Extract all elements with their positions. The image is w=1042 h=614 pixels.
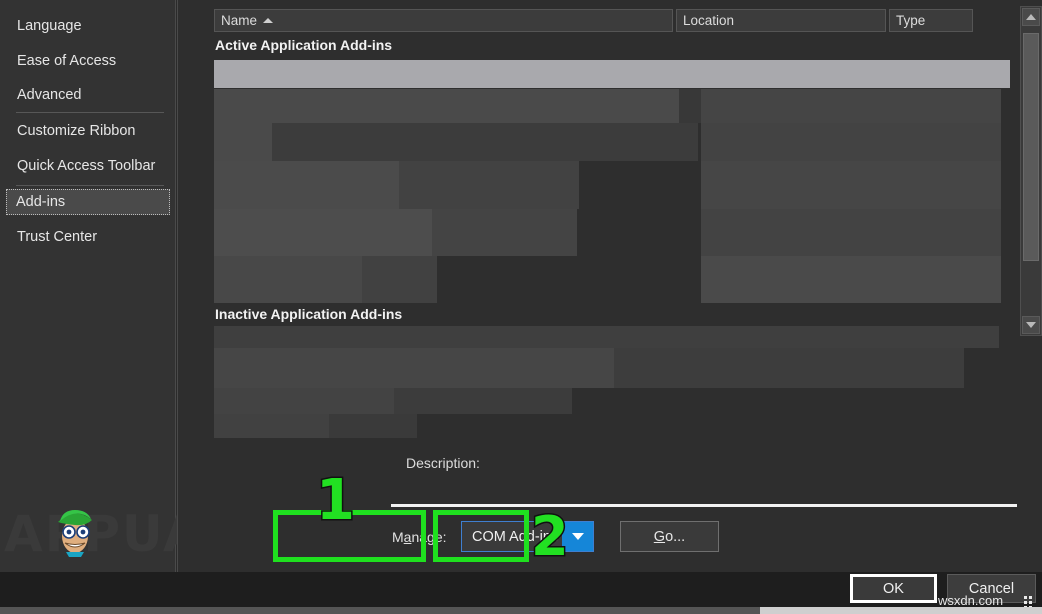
column-header-name-label: Name — [221, 13, 258, 28]
table-row[interactable] — [701, 161, 1001, 209]
addins-list-body[interactable]: Active Application Add-ins Inactive Appl… — [214, 34, 1016, 334]
table-row[interactable] — [399, 161, 579, 209]
options-sidebar: Language Ease of Access Advanced Customi… — [0, 0, 274, 572]
table-row[interactable] — [701, 123, 1001, 161]
sidebar-item-label: Add-ins — [16, 194, 66, 210]
list-vertical-scrollbar[interactable] — [1020, 6, 1042, 336]
table-row[interactable] — [362, 256, 437, 303]
column-header-name[interactable]: Name — [214, 9, 673, 32]
table-row[interactable] — [214, 326, 999, 348]
sidebar-item-language[interactable]: Language — [8, 13, 168, 39]
sidebar-item-trust-center[interactable]: Trust Center — [8, 224, 168, 250]
table-row[interactable] — [329, 414, 417, 438]
chevron-down-icon — [1026, 322, 1036, 328]
chevron-down-icon — [571, 533, 584, 540]
table-row[interactable] — [214, 256, 362, 303]
table-row[interactable] — [214, 161, 399, 209]
horizontal-scrollbar-thumb[interactable] — [760, 607, 1042, 614]
annotation-box-2 — [433, 510, 529, 562]
sidebar-item-add-ins[interactable]: Add-ins — [6, 189, 170, 215]
table-row[interactable] — [701, 89, 1001, 123]
table-row[interactable] — [214, 89, 679, 123]
sidebar-item-label: Advanced — [17, 87, 82, 103]
sidebar-item-label: Customize Ribbon — [17, 123, 136, 139]
go-button[interactable]: Go... — [620, 521, 719, 552]
addins-list-header: Name Location Type — [214, 9, 1016, 32]
scroll-down-button[interactable] — [1022, 316, 1040, 334]
sidebar-item-ease-of-access[interactable]: Ease of Access — [8, 48, 168, 74]
chevron-up-icon — [1026, 14, 1036, 20]
table-row[interactable] — [679, 89, 701, 123]
sort-ascending-icon — [263, 18, 274, 23]
annotation-number-1: 1 — [315, 468, 357, 533]
options-dialog: Language Ease of Access Advanced Customi… — [0, 0, 1042, 614]
table-row[interactable] — [214, 123, 272, 161]
column-header-type-label: Type — [896, 13, 926, 28]
annotation-number-2: 2 — [530, 505, 571, 568]
horizontal-scrollbar-track[interactable] — [0, 607, 760, 614]
table-row[interactable] — [614, 348, 964, 388]
table-row[interactable] — [432, 209, 577, 256]
column-header-type[interactable]: Type — [889, 9, 973, 32]
column-header-location[interactable]: Location — [676, 9, 886, 32]
table-row[interactable] — [272, 123, 698, 161]
wsxdn-watermark: wsxdn.com — [938, 593, 1004, 608]
table-row[interactable] — [214, 209, 432, 256]
sidebar-item-label: Trust Center — [17, 229, 98, 245]
scrollbar-thumb[interactable] — [1023, 33, 1039, 261]
table-row[interactable] — [701, 256, 1001, 303]
group-header-inactive-application-add-ins: Inactive Application Add-ins — [215, 306, 403, 322]
sidebar-item-label: Language — [17, 18, 82, 34]
sidebar-item-customize-ribbon[interactable]: Customize Ribbon — [8, 118, 168, 144]
table-row[interactable] — [394, 388, 572, 414]
appuals-mascot-icon — [58, 510, 92, 557]
sidebar-item-advanced[interactable]: Advanced — [8, 82, 168, 108]
group-header-active-application-add-ins: Active Application Add-ins — [215, 37, 393, 53]
add-ins-panel: Name Location Type Active Application Ad… — [177, 0, 1042, 572]
table-row[interactable] — [214, 414, 329, 438]
ok-button[interactable]: OK — [850, 574, 937, 603]
scroll-up-button[interactable] — [1022, 8, 1040, 26]
description-label: Description: — [406, 455, 480, 471]
sidebar-item-label: Quick Access Toolbar — [17, 158, 156, 174]
table-row[interactable] — [214, 60, 1010, 88]
sidebar-item-label: Ease of Access — [17, 53, 117, 69]
table-row[interactable] — [214, 348, 614, 388]
section-divider — [391, 504, 1017, 507]
column-header-location-label: Location — [683, 13, 735, 28]
sidebar-divider-1 — [16, 112, 164, 113]
table-row[interactable] — [701, 209, 1001, 256]
sidebar-divider-2 — [16, 185, 164, 186]
table-row[interactable] — [214, 388, 394, 414]
sidebar-item-quick-access-toolbar[interactable]: Quick Access Toolbar — [8, 153, 168, 179]
